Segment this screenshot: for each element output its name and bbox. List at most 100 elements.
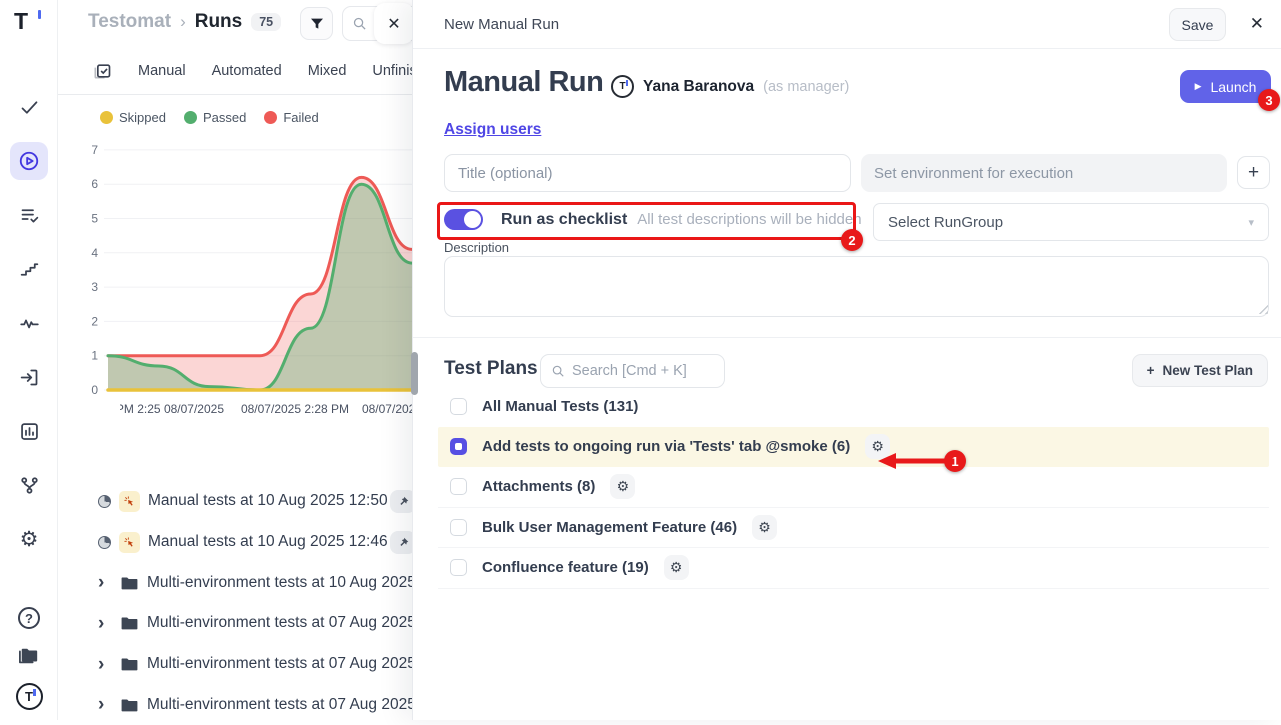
- settings-gear-icon[interactable]: ⚙: [10, 520, 48, 558]
- search-icon: [551, 364, 565, 378]
- pulse-activity-icon[interactable]: [10, 304, 48, 342]
- test-plan-label: Attachments (8): [482, 478, 595, 495]
- help-icon[interactable]: ?: [18, 607, 40, 629]
- svg-text:7: 7: [91, 143, 98, 157]
- legend-item-skipped: Skipped: [100, 110, 166, 125]
- svg-text:6: 6: [91, 177, 98, 191]
- test-plan-row[interactable]: Confluence feature (19) ⚙: [438, 548, 1269, 589]
- runs-chart: 01234567: [58, 134, 414, 396]
- test-plan-label: Add tests to ongoing run via 'Tests' tab…: [482, 438, 850, 455]
- environment-input[interactable]: [861, 154, 1227, 192]
- account-logo-icon[interactable]: T: [16, 683, 43, 710]
- legend-dot-icon: [100, 111, 113, 124]
- runs-count-badge: 75: [251, 13, 281, 31]
- test-plan-label: Confluence feature (19): [482, 559, 649, 576]
- test-plan-row[interactable]: All Manual Tests (131): [438, 386, 1269, 427]
- run-label: Manual tests at 10 Aug 2025 12:50: [148, 492, 388, 510]
- test-plan-checkbox[interactable]: [450, 398, 467, 415]
- save-button[interactable]: Save: [1169, 8, 1226, 41]
- test-plan-checkbox[interactable]: [450, 559, 467, 576]
- legend-label: Skipped: [119, 110, 166, 125]
- tab-automated[interactable]: Automated: [212, 63, 282, 79]
- chevron-right-icon[interactable]: ›: [98, 655, 110, 674]
- legend-label: Passed: [203, 110, 246, 125]
- divider: [413, 337, 1281, 338]
- new-test-plan-button[interactable]: + New Test Plan: [1132, 354, 1268, 387]
- tab-manual[interactable]: Manual: [138, 63, 186, 79]
- branches-git-icon[interactable]: [10, 466, 48, 504]
- test-plan-row[interactable]: Add tests to ongoing run via 'Tests' tab…: [438, 427, 1269, 468]
- gear-icon[interactable]: ⚙: [752, 515, 777, 540]
- test-plan-checkbox[interactable]: [450, 519, 467, 536]
- search-clear-icon[interactable]: ✕: [374, 3, 414, 44]
- play-icon: ▶: [1195, 81, 1202, 92]
- test-plan-label: Bulk User Management Feature (46): [482, 519, 737, 536]
- search-icon: [352, 16, 367, 31]
- status-icon: [98, 495, 111, 508]
- test-plan-checkbox[interactable]: [450, 438, 467, 455]
- folder-icon: [120, 656, 139, 672]
- plans-list-check-icon[interactable]: [10, 196, 48, 234]
- import-sign-in-icon[interactable]: [10, 358, 48, 396]
- manual-test-icon: [119, 491, 140, 512]
- reports-bar-chart-icon[interactable]: [10, 412, 48, 450]
- owner-name: Yana Baranova: [643, 78, 754, 96]
- annotation-arrow-icon: [876, 450, 968, 472]
- test-plan-row[interactable]: Attachments (8) ⚙: [438, 467, 1269, 508]
- modal-title: New Manual Run: [444, 16, 559, 33]
- icon-sidebar: T ⚙ ? T: [0, 0, 58, 720]
- run-label: Multi-environment tests at 10 Aug 2025: [147, 574, 416, 592]
- chevron-right-icon[interactable]: ›: [98, 614, 110, 633]
- rungroup-select[interactable]: Select RunGroup ▾: [873, 203, 1269, 241]
- test-plans-search-input[interactable]: [572, 363, 707, 379]
- annotation-box: [437, 202, 856, 240]
- legend-dot-icon: [184, 111, 197, 124]
- gear-icon[interactable]: ⚙: [664, 555, 689, 580]
- filter-button[interactable]: [300, 7, 333, 40]
- chevron-right-icon[interactable]: ›: [98, 573, 110, 592]
- add-environment-button[interactable]: +: [1237, 156, 1270, 189]
- run-label: Multi-environment tests at 07 Aug 2025: [147, 696, 416, 714]
- x-tick-label: 08/07/2025 2:25 PM: [120, 402, 224, 416]
- svg-text:1: 1: [91, 349, 98, 363]
- test-plan-list: All Manual Tests (131) Add tests to ongoi…: [438, 386, 1269, 589]
- run-label: Manual tests at 10 Aug 2025 12:46: [148, 533, 388, 551]
- close-icon[interactable]: ✕: [1250, 14, 1264, 34]
- breadcrumb-project[interactable]: Testomat: [88, 11, 171, 33]
- report-check-icon[interactable]: [92, 61, 112, 81]
- tab-mixed[interactable]: Mixed: [308, 63, 347, 79]
- test-plan-checkbox[interactable]: [450, 478, 467, 495]
- rungroup-placeholder: Select RunGroup: [888, 214, 1003, 231]
- assign-users-link[interactable]: Assign users: [444, 121, 541, 139]
- tests-check-icon[interactable]: [10, 88, 48, 126]
- x-tick-label: 08/07/2025 2:28 PM: [235, 402, 355, 416]
- run-title: Manual Run: [444, 66, 603, 99]
- status-icon: [98, 536, 111, 549]
- app-logo-icon[interactable]: T: [14, 8, 44, 38]
- legend-item-failed: Failed: [264, 110, 318, 125]
- annotation-badge-2: 2: [841, 229, 863, 251]
- scrollbar-thumb[interactable]: [411, 352, 418, 395]
- legend-label: Failed: [283, 110, 318, 125]
- description-textarea[interactable]: [444, 256, 1269, 317]
- new-test-plan-label: New Test Plan: [1162, 363, 1253, 378]
- description-label: Description: [444, 240, 509, 255]
- test-plans-search[interactable]: [540, 354, 725, 388]
- test-plan-row[interactable]: Bulk User Management Feature (46) ⚙: [438, 508, 1269, 549]
- divider: [413, 48, 1281, 49]
- owner-role: (as manager): [763, 79, 849, 95]
- projects-folders-icon[interactable]: [10, 643, 48, 669]
- run-label: Multi-environment tests at 07 Aug 2025: [147, 655, 416, 673]
- svg-text:4: 4: [91, 246, 98, 260]
- svg-text:5: 5: [91, 212, 98, 226]
- svg-text:2: 2: [91, 314, 98, 328]
- runs-play-icon[interactable]: [10, 142, 48, 180]
- chevron-right-icon[interactable]: ›: [98, 695, 110, 714]
- title-input[interactable]: [444, 154, 851, 192]
- milestones-steps-icon[interactable]: [10, 250, 48, 288]
- legend-item-passed: Passed: [184, 110, 246, 125]
- avatar[interactable]: T: [611, 75, 634, 98]
- gear-icon[interactable]: ⚙: [610, 474, 635, 499]
- breadcrumb-section[interactable]: Runs: [195, 11, 243, 33]
- folder-icon: [120, 615, 139, 631]
